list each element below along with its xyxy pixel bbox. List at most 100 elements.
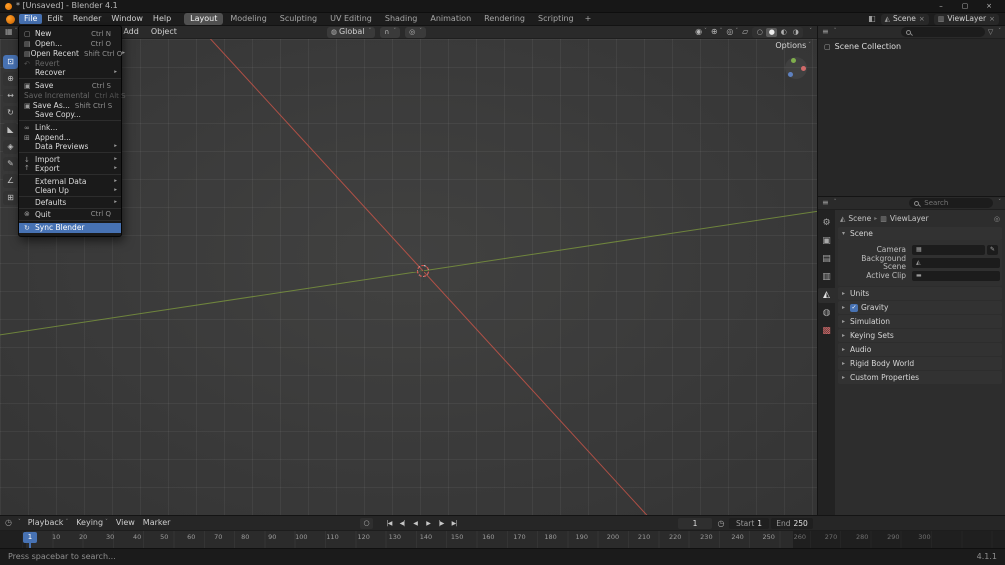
menubar-menu[interactable]: Edit <box>42 14 68 24</box>
unlink-viewlayer-icon[interactable]: × <box>989 15 995 23</box>
tool-select-box[interactable]: ⊡ <box>3 55 18 69</box>
proportional-editing-toggle[interactable]: ◎ ˅ <box>405 26 426 38</box>
header-toggle-xray-toggle[interactable]: ▱ ˅ <box>742 28 748 36</box>
properties-tab-tool[interactable]: ⚙ <box>818 216 835 231</box>
panel-header-gravity[interactable]: ▸ ✓ Gravity <box>838 301 1002 314</box>
header-toggle-overlays-toggle[interactable]: ◎ ˅ <box>726 28 738 36</box>
outliner-editor-icon[interactable]: ≡ <box>822 28 829 36</box>
workspace-tab[interactable]: Shading <box>379 13 424 25</box>
tool-move[interactable]: ↔ <box>3 89 18 103</box>
properties-editor-icon[interactable]: ≡ <box>822 199 829 207</box>
minimize-button[interactable]: – <box>936 2 946 10</box>
filter-icon[interactable]: ▽ <box>988 28 993 36</box>
viewport-canvas[interactable]: ⊡ ⊕ ↔ ↻ ◣ ◈ ✎ ∠ ⊞ Options ˅ <box>0 39 817 515</box>
breadcrumb-scene[interactable]: Scene <box>848 215 871 223</box>
snapping-toggle[interactable]: ∩ ˅ <box>380 26 401 38</box>
editor-type-icon[interactable]: ▦ <box>5 28 13 36</box>
menubar-menu[interactable]: File <box>19 14 43 24</box>
properties-tab-render[interactable]: ▣ <box>818 234 835 249</box>
menubar-menu[interactable]: Help <box>148 14 176 24</box>
x-axis-handle[interactable] <box>801 66 806 71</box>
panel-checkbox[interactable]: ✓ <box>850 303 858 312</box>
file-menu-item-recover[interactable]: Recover ▸ <box>19 69 121 79</box>
panel-header-units[interactable]: ▸ ✓ Units <box>838 287 1002 300</box>
id-selector-field[interactable]: ▬ <box>912 270 1000 281</box>
pin-icon[interactable]: ◎ <box>994 215 1000 223</box>
tool-cursor[interactable]: ⊕ <box>3 72 18 86</box>
panel-header-keying-sets[interactable]: ▸ ✓ Keying Sets <box>838 329 1002 342</box>
stopwatch-icon[interactable]: ◷ <box>715 518 727 529</box>
shading-mode-material-preview[interactable]: ◐ <box>778 28 789 37</box>
file-menu-item-sync-blender[interactable]: ↻ Sync Blender ▸ <box>19 223 121 233</box>
add-menu[interactable]: Add <box>123 28 139 36</box>
tool-annotate[interactable]: ✎ <box>3 157 18 171</box>
shading-mode-solid[interactable]: ● <box>766 27 778 37</box>
auto-keyframe-button[interactable]: ○ <box>360 518 373 529</box>
tool-add-cube[interactable]: ⊞ <box>3 191 18 205</box>
transport-play-reverse[interactable]: ◀ <box>409 518 421 529</box>
transport-jump-to-start[interactable]: |◀ <box>383 518 395 529</box>
file-menu-item-new[interactable]: ▢ New Ctrl N ▸ <box>19 29 121 39</box>
outliner-scene-collection[interactable]: ▢ Scene Collection <box>818 39 1005 55</box>
unlink-scene-icon[interactable]: × <box>919 15 925 23</box>
properties-search[interactable] <box>909 198 994 208</box>
workspace-tab[interactable]: Sculpting <box>274 13 323 25</box>
breadcrumb-viewlayer[interactable]: ViewLayer <box>890 215 929 223</box>
transport-play[interactable]: ▶ <box>422 518 434 529</box>
file-menu-item-save-copy[interactable]: Save Copy... ▸ <box>19 111 121 121</box>
eyedropper-icon[interactable]: ✎ <box>987 244 998 255</box>
timeline-menu[interactable]: Playback ˅ <box>25 519 71 527</box>
transport-prev-keyframe[interactable]: ◀| <box>396 518 408 529</box>
workspace-tab[interactable]: UV Editing <box>324 13 378 25</box>
shading-mode-wireframe[interactable]: ○ <box>754 28 765 37</box>
current-frame-field[interactable]: 1 <box>678 518 712 529</box>
file-menu-item-link[interactable]: ∞ Link... ▸ <box>19 123 121 133</box>
menubar-menu[interactable]: Window <box>106 14 148 24</box>
timeline-menu[interactable]: Keying ˅ <box>73 519 111 527</box>
z-axis-handle[interactable] <box>788 72 793 77</box>
workspace-tab[interactable]: Animation <box>424 13 477 25</box>
workspace-tab[interactable]: Scripting <box>532 13 580 25</box>
options-dropdown[interactable]: Options ˅ <box>775 42 811 50</box>
properties-tab-scene[interactable]: ◭ <box>818 288 835 303</box>
scene-selector[interactable]: ◭ Scene × <box>880 13 929 25</box>
outliner-search[interactable] <box>900 27 985 37</box>
transport-jump-to-end[interactable]: ▶| <box>448 518 460 529</box>
file-menu-item-open[interactable]: ▤ Open... Ctrl O ▸ <box>19 39 121 49</box>
timeline-editor-icon[interactable]: ◷ <box>5 519 12 527</box>
id-selector-field[interactable]: ◭ <box>912 257 1000 268</box>
panel-header-custom-properties[interactable]: ▸ ✓ Custom Properties <box>838 371 1002 384</box>
outliner-search-input[interactable] <box>913 27 964 37</box>
panel-header-simulation[interactable]: ▸ ✓ Simulation <box>838 315 1002 328</box>
navigation-gizmo[interactable] <box>785 57 807 79</box>
object-menu[interactable]: Object <box>151 28 177 36</box>
maximize-button[interactable]: ▢ <box>960 2 970 10</box>
panel-header-audio[interactable]: ▸ ✓ Audio <box>838 343 1002 356</box>
file-menu-item-data-previews[interactable]: Data Previews ▸ <box>19 143 121 153</box>
orientation-dropdown[interactable]: ◍ Global ˅ <box>326 26 376 38</box>
shading-mode-rendered[interactable]: ◑ <box>790 28 801 37</box>
workspace-tab[interactable]: Rendering <box>478 13 531 25</box>
tool-scale[interactable]: ◣ <box>3 123 18 137</box>
tool-measure[interactable]: ∠ <box>3 174 18 188</box>
file-menu-item-defaults[interactable]: Defaults ▸ <box>19 199 121 209</box>
file-menu-item-export[interactable]: ↑ Export ▸ <box>19 165 121 175</box>
timeline-menu[interactable]: View ˅ <box>113 519 138 527</box>
close-button[interactable]: × <box>984 2 994 10</box>
file-menu-item-quit[interactable]: ⊗ Quit Ctrl Q ▸ <box>19 211 121 221</box>
workspace-tab[interactable]: Layout <box>184 13 224 25</box>
y-axis-handle[interactable] <box>791 58 796 63</box>
properties-tab-world[interactable]: ◍ <box>818 306 835 321</box>
workspace-tab[interactable]: Modeling <box>224 13 272 25</box>
add-workspace-button[interactable]: + <box>580 15 597 23</box>
timeline-ruler[interactable]: 10 20 30 40 50 60 70 80 90 100 110 120 1… <box>0 530 1005 548</box>
viewlayer-selector[interactable]: ▥ ViewLayer × <box>933 13 999 25</box>
header-toggle-visibility-toggle[interactable]: ◉ ˅ <box>695 28 707 36</box>
properties-search-input[interactable] <box>922 198 973 208</box>
scene-panel-header[interactable]: ▾ Scene <box>838 227 1002 240</box>
timeline-menu[interactable]: Marker ˅ <box>140 519 174 527</box>
id-selector-field[interactable]: ▦ <box>912 244 985 255</box>
tool-rotate[interactable]: ↻ <box>3 106 18 120</box>
menubar-menu[interactable]: Render <box>68 14 106 24</box>
blender-logo-icon[interactable] <box>6 14 15 24</box>
